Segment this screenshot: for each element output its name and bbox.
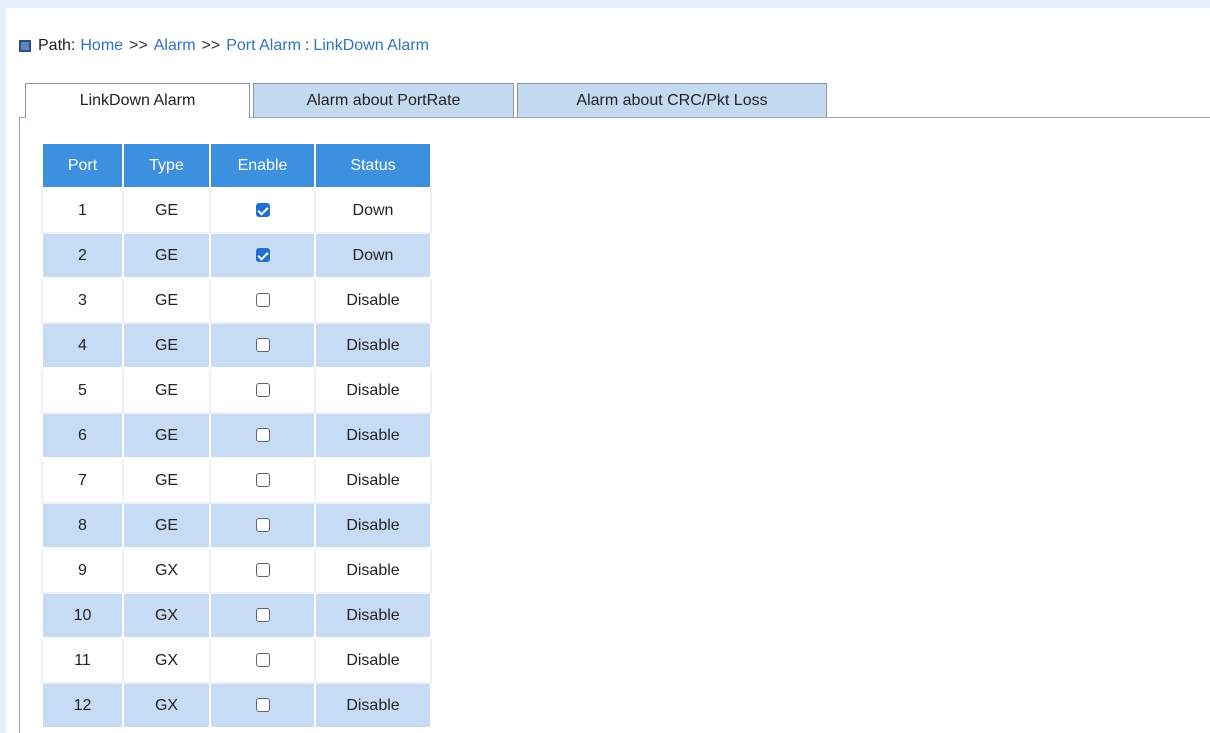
header-port: Port — [41, 142, 124, 189]
table-row: 8 GE Disable — [41, 502, 432, 549]
cell-status: Disable — [314, 592, 432, 639]
header-status: Status — [314, 142, 432, 189]
table-header-row: Port Type Enable Status — [41, 142, 432, 189]
header-enable: Enable — [209, 142, 316, 189]
cell-type: GX — [122, 547, 211, 594]
enable-checkbox[interactable] — [255, 608, 270, 623]
enable-checkbox[interactable] — [255, 473, 270, 488]
cell-status: Disable — [314, 682, 432, 729]
cell-status: Disable — [314, 367, 432, 414]
cell-type: GX — [122, 637, 211, 684]
cell-enable — [209, 277, 316, 324]
cell-type: GE — [122, 232, 211, 279]
square-bullet-icon — [19, 40, 31, 52]
cell-enable — [209, 637, 316, 684]
cell-type: GE — [122, 502, 211, 549]
cell-port: 7 — [41, 457, 124, 504]
enable-checkbox[interactable] — [255, 248, 270, 263]
enable-checkbox[interactable] — [255, 293, 270, 308]
table-row: 12 GX Disable — [41, 682, 432, 729]
cell-status: Disable — [314, 322, 432, 369]
table-row: 2 GE Down — [41, 232, 432, 279]
enable-checkbox[interactable] — [255, 563, 270, 578]
enable-checkbox[interactable] — [255, 698, 270, 713]
left-edge — [0, 8, 6, 733]
crumb-alarm[interactable]: Alarm — [154, 37, 196, 55]
tab-linkdown-alarm[interactable]: LinkDown Alarm — [25, 83, 250, 118]
cell-status: Disable — [314, 502, 432, 549]
tab-alarm-portrate[interactable]: Alarm about PortRate — [253, 83, 514, 117]
table-row: 7 GE Disable — [41, 457, 432, 504]
cell-enable — [209, 412, 316, 459]
cell-enable — [209, 187, 316, 234]
crumb-port-alarm[interactable]: Port Alarm — [226, 37, 301, 55]
table-row: 1 GE Down — [41, 187, 432, 234]
enable-checkbox[interactable] — [255, 428, 270, 443]
cell-status: Disable — [314, 412, 432, 459]
cell-type: GX — [122, 682, 211, 729]
cell-enable — [209, 232, 316, 279]
table-row: 11 GX Disable — [41, 637, 432, 684]
cell-type: GE — [122, 412, 211, 459]
cell-status: Down — [314, 187, 432, 234]
path-label: Path: — [38, 37, 76, 54]
crumb-current: LinkDown Alarm — [313, 37, 429, 54]
cell-port: 11 — [41, 637, 124, 684]
cell-enable — [209, 457, 316, 504]
cell-port: 1 — [41, 187, 124, 234]
enable-checkbox[interactable] — [255, 203, 270, 218]
cell-enable — [209, 547, 316, 594]
cell-type: GE — [122, 367, 211, 414]
crumb-current-separator: : — [304, 37, 310, 54]
header-type: Type — [122, 142, 211, 189]
cell-type: GE — [122, 277, 211, 324]
top-band — [0, 0, 1210, 8]
crumb-home[interactable]: Home — [80, 37, 123, 55]
port-alarm-table: Port Type Enable Status 1 GE Down 2 GE Down 3 G… — [41, 142, 432, 729]
cell-enable — [209, 502, 316, 549]
cell-port: 2 — [41, 232, 124, 279]
cell-port: 10 — [41, 592, 124, 639]
cell-status: Disable — [314, 637, 432, 684]
cell-status: Disable — [314, 277, 432, 324]
cell-port: 4 — [41, 322, 124, 369]
cell-enable — [209, 682, 316, 729]
cell-port: 12 — [41, 682, 124, 729]
table-row: 10 GX Disable — [41, 592, 432, 639]
enable-checkbox[interactable] — [255, 653, 270, 668]
cell-port: 5 — [41, 367, 124, 414]
cell-status: Disable — [314, 457, 432, 504]
cell-port: 6 — [41, 412, 124, 459]
crumb-separator: >> — [129, 37, 148, 54]
enable-checkbox[interactable] — [255, 383, 270, 398]
cell-status: Disable — [314, 547, 432, 594]
cell-type: GE — [122, 187, 211, 234]
cell-enable — [209, 322, 316, 369]
table-row: 6 GE Disable — [41, 412, 432, 459]
enable-checkbox[interactable] — [255, 518, 270, 533]
cell-port: 9 — [41, 547, 124, 594]
cell-port: 3 — [41, 277, 124, 324]
cell-type: GE — [122, 457, 211, 504]
cell-status: Down — [314, 232, 432, 279]
breadcrumb: Path: Home >> Alarm >> Port Alarm : Link… — [19, 35, 429, 57]
crumb-separator: >> — [201, 37, 221, 54]
cell-enable — [209, 592, 316, 639]
table-row: 3 GE Disable — [41, 277, 432, 324]
cell-type: GE — [122, 322, 211, 369]
table-row: 4 GE Disable — [41, 322, 432, 369]
cell-port: 8 — [41, 502, 124, 549]
table-row: 5 GE Disable — [41, 367, 432, 414]
panel-left-border — [19, 117, 20, 733]
table-row: 9 GX Disable — [41, 547, 432, 594]
tab-alarm-crc-pkt-loss[interactable]: Alarm about CRC/Pkt Loss — [517, 83, 827, 117]
cell-type: GX — [122, 592, 211, 639]
enable-checkbox[interactable] — [255, 338, 270, 353]
cell-enable — [209, 367, 316, 414]
